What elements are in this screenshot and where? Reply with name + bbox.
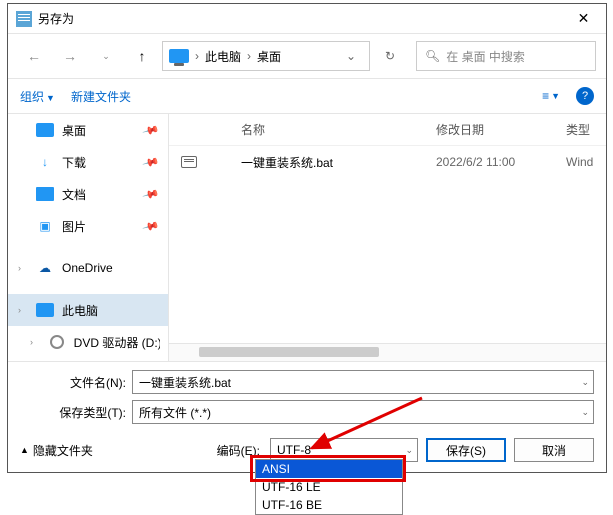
forward-button: → xyxy=(54,42,86,70)
close-button[interactable]: ✕ xyxy=(561,4,606,34)
encoding-dropdown: ANSI UTF-16 LE UTF-16 BE xyxy=(255,459,403,515)
search-icon: 🔍︎ xyxy=(425,49,440,63)
toolbar: 组织▼ 新建文件夹 ≡ ▼ ? xyxy=(8,78,606,114)
encoding-label: 编码(E): xyxy=(217,442,260,459)
window-title: 另存为 xyxy=(38,10,561,27)
pc-icon xyxy=(36,303,54,317)
pin-icon: 📌 xyxy=(142,217,160,235)
hide-folders-button[interactable]: ▲ 隐藏文件夹 xyxy=(20,442,93,459)
cancel-button[interactable]: 取消 xyxy=(514,438,594,462)
pin-icon: 📌 xyxy=(142,153,160,171)
chevron-down-icon[interactable]: ⌄ xyxy=(581,407,589,418)
savetype-select[interactable]: 所有文件 (*.*) ⌄ xyxy=(132,400,594,424)
bottom-panel: 文件名(N): 一键重装系统.bat ⌄ 保存类型(T): 所有文件 (*.*)… xyxy=(8,361,606,472)
picture-icon: ▣ xyxy=(36,219,54,233)
recent-button[interactable]: ⌄ xyxy=(90,42,122,70)
savetype-label: 保存类型(T): xyxy=(20,404,126,421)
filename-input[interactable]: 一键重装系统.bat ⌄ xyxy=(132,370,594,394)
col-type[interactable]: 类型 xyxy=(566,121,606,138)
chevron-right-icon: › xyxy=(18,263,21,273)
nav-row: ← → ⌄ ↑ › 此电脑 › 桌面 ⌄ ↻ 🔍︎ 在 桌面 中搜索 xyxy=(8,34,606,78)
download-icon: ↓ xyxy=(36,155,54,169)
path-dropdown[interactable]: ⌄ xyxy=(339,49,363,63)
monitor-icon xyxy=(169,49,189,63)
encoding-option-utf16be[interactable]: UTF-16 BE xyxy=(256,496,402,514)
col-date[interactable]: 修改日期 xyxy=(436,121,566,138)
file-row[interactable]: 一键重装系统.bat 2022/6/2 11:00 Wind xyxy=(169,146,606,178)
horizontal-scrollbar[interactable] xyxy=(169,343,606,361)
encoding-option-utf16le[interactable]: UTF-16 LE xyxy=(256,478,402,496)
file-type: Wind xyxy=(566,155,606,169)
filename-label: 文件名(N): xyxy=(20,374,126,391)
sidebar-item-dvd[interactable]: › DVD 驱动器 (D:) xyxy=(8,326,168,358)
file-name: 一键重装系统.bat xyxy=(241,154,436,171)
path-seg-pc[interactable]: 此电脑 xyxy=(205,48,241,65)
sidebar-item-thispc[interactable]: › 此电脑 xyxy=(8,294,168,326)
new-folder-button[interactable]: 新建文件夹 xyxy=(71,88,131,105)
dialog-body: 桌面 📌 ↓ 下载 📌 文档 📌 ▣ 图片 📌 › ☁ xyxy=(8,114,606,361)
cloud-icon: ☁ xyxy=(36,261,54,275)
column-headers: 名称 修改日期 类型 xyxy=(169,114,606,146)
sidebar-item-desktop[interactable]: 桌面 📌 xyxy=(8,114,168,146)
sidebar-item-documents[interactable]: 文档 📌 xyxy=(8,178,168,210)
file-area: 名称 修改日期 类型 一键重装系统.bat 2022/6/2 11:00 Win… xyxy=(168,114,606,361)
path-seg-desktop[interactable]: 桌面 xyxy=(257,48,281,65)
sidebar: 桌面 📌 ↓ 下载 📌 文档 📌 ▣ 图片 📌 › ☁ xyxy=(8,114,168,361)
notepad-icon xyxy=(16,11,32,27)
sidebar-item-pictures[interactable]: ▣ 图片 📌 xyxy=(8,210,168,242)
sidebar-item-downloads[interactable]: ↓ 下载 📌 xyxy=(8,146,168,178)
chevron-right-icon: › xyxy=(18,305,21,315)
up-button[interactable]: ↑ xyxy=(126,42,158,70)
back-button[interactable]: ← xyxy=(18,42,50,70)
pin-icon: 📌 xyxy=(142,185,160,203)
search-placeholder: 在 桌面 中搜索 xyxy=(446,48,525,65)
bat-file-icon xyxy=(181,156,197,168)
scrollbar-thumb[interactable] xyxy=(199,347,379,357)
path-sep: › xyxy=(195,49,199,63)
path-box[interactable]: › 此电脑 › 桌面 ⌄ xyxy=(162,41,370,71)
view-menu[interactable]: ≡ ▼ xyxy=(542,89,560,103)
help-button[interactable]: ? xyxy=(576,87,594,105)
chevron-down-icon[interactable]: ⌄ xyxy=(405,445,413,456)
document-icon xyxy=(36,187,54,201)
dvd-icon xyxy=(48,335,66,349)
save-as-dialog: 另存为 ✕ ← → ⌄ ↑ › 此电脑 › 桌面 ⌄ ↻ 🔍︎ 在 桌面 中搜索… xyxy=(7,3,607,473)
triangle-up-icon: ▲ xyxy=(20,445,29,455)
sidebar-item-onedrive[interactable]: › ☁ OneDrive xyxy=(8,252,168,284)
file-date: 2022/6/2 11:00 xyxy=(436,155,566,169)
organize-menu[interactable]: 组织▼ xyxy=(20,88,55,105)
desktop-icon xyxy=(36,123,54,137)
refresh-button[interactable]: ↻ xyxy=(376,42,404,70)
col-name[interactable]: 名称 xyxy=(241,121,436,138)
chevron-right-icon: › xyxy=(30,337,33,347)
pin-icon: 📌 xyxy=(142,121,160,139)
search-box[interactable]: 🔍︎ 在 桌面 中搜索 xyxy=(416,41,596,71)
chevron-down-icon[interactable]: ⌄ xyxy=(581,377,589,388)
encoding-option-ansi[interactable]: ANSI xyxy=(256,460,402,478)
titlebar: 另存为 ✕ xyxy=(8,4,606,34)
save-button[interactable]: 保存(S) xyxy=(426,438,506,462)
